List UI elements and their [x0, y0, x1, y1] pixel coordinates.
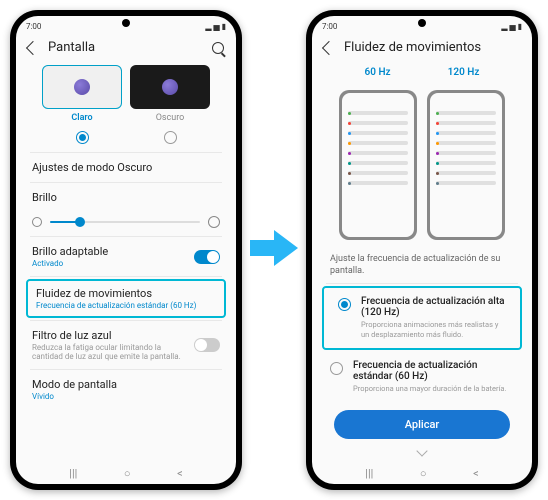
dark-mode-settings[interactable]: Ajustes de modo Oscuro	[20, 153, 232, 182]
header: Pantalla	[16, 34, 236, 61]
brightness-slider[interactable]	[50, 221, 200, 223]
tab-120hz[interactable]: 120 Hz	[448, 67, 480, 82]
theme-dark-label: Oscuro	[130, 113, 210, 123]
refresh-tabs: 60 Hz 120 Hz	[316, 61, 528, 82]
sun-high-icon	[208, 216, 220, 228]
back-icon[interactable]	[322, 40, 336, 54]
theme-dark-preview	[130, 65, 210, 109]
nav-recent[interactable]: |||	[69, 467, 77, 480]
status-time: 7:00	[26, 22, 41, 31]
brightness-section: Brillo	[20, 183, 232, 212]
nav-home[interactable]: ○	[420, 467, 427, 480]
highlight-fluidity: Fluidez de movimientos Frecuencia de act…	[26, 279, 226, 318]
tab-60hz[interactable]: 60 Hz	[365, 67, 391, 82]
brightness-slider-row	[20, 212, 232, 236]
screen-mode-row[interactable]: Modo de pantalla Vívido	[20, 370, 232, 403]
option-60hz[interactable]: Frecuencia de actualización estándar (60…	[316, 352, 528, 402]
radio-dark[interactable]	[164, 131, 177, 144]
bluelight-toggle[interactable]	[194, 338, 220, 352]
preview-row	[316, 82, 528, 248]
screen-right: 7:00 ▂ ▅ ▮ Fluidez de movimientos 60 Hz …	[312, 16, 532, 484]
nav-back[interactable]: <	[473, 467, 479, 480]
bluelight-row[interactable]: Filtro de luz azul Reduzca la fatiga ocu…	[20, 321, 232, 369]
arrow-right-icon	[250, 226, 298, 274]
nav-home[interactable]: ○	[124, 467, 131, 480]
sun-low-icon	[32, 217, 42, 227]
theme-light-preview	[42, 65, 122, 109]
adaptive-brightness-row[interactable]: Brillo adaptable Activado	[20, 237, 232, 276]
search-icon[interactable]	[212, 42, 224, 54]
radio-60hz[interactable]	[330, 362, 343, 375]
chevron-down-icon[interactable]	[416, 445, 427, 456]
camera-notch	[418, 19, 426, 27]
status-icons: ▂ ▅ ▮	[501, 22, 522, 31]
nav-bar: ||| ○ <	[312, 462, 532, 484]
description: Ajuste la frecuencia de actualización de…	[316, 248, 528, 283]
radio-120hz[interactable]	[338, 298, 351, 311]
preview-60hz	[339, 90, 417, 240]
screen-left: 7:00 ▂ ▅ ▮ Pantalla Claro Oscuro	[16, 16, 236, 484]
theme-dark[interactable]: Oscuro	[130, 65, 210, 123]
option-120hz[interactable]: Frecuencia de actualización alta (120 Hz…	[324, 288, 520, 348]
radio-light[interactable]	[76, 131, 89, 144]
nav-recent[interactable]: |||	[365, 467, 373, 480]
theme-radios	[20, 127, 232, 152]
camera-notch	[122, 19, 130, 27]
theme-selector: Claro Oscuro	[20, 61, 232, 127]
theme-light-label: Claro	[42, 113, 122, 123]
page-title: Fluidez de movimientos	[344, 40, 520, 55]
adaptive-toggle[interactable]	[194, 250, 220, 264]
phone-left: 7:00 ▂ ▅ ▮ Pantalla Claro Oscuro	[10, 10, 242, 490]
status-icons: ▂ ▅ ▮	[205, 22, 226, 31]
nav-back[interactable]: <	[177, 467, 183, 480]
preview-120hz	[427, 90, 505, 240]
transition-arrow	[250, 226, 298, 274]
theme-light[interactable]: Claro	[42, 65, 122, 123]
phone-right: 7:00 ▂ ▅ ▮ Fluidez de movimientos 60 Hz …	[306, 10, 538, 490]
header: Fluidez de movimientos	[312, 34, 532, 61]
apply-button[interactable]: Aplicar	[334, 410, 510, 439]
status-time: 7:00	[322, 22, 337, 31]
page-title: Pantalla	[48, 40, 202, 55]
content: Claro Oscuro Ajustes de modo Oscuro Bril…	[16, 61, 236, 462]
back-icon[interactable]	[26, 40, 40, 54]
content: 60 Hz 120 Hz	[312, 61, 532, 462]
fluidity-row[interactable]: Fluidez de movimientos Frecuencia de act…	[28, 281, 224, 316]
nav-bar: ||| ○ <	[16, 462, 236, 484]
highlight-120hz: Frecuencia de actualización alta (120 Hz…	[322, 286, 522, 350]
